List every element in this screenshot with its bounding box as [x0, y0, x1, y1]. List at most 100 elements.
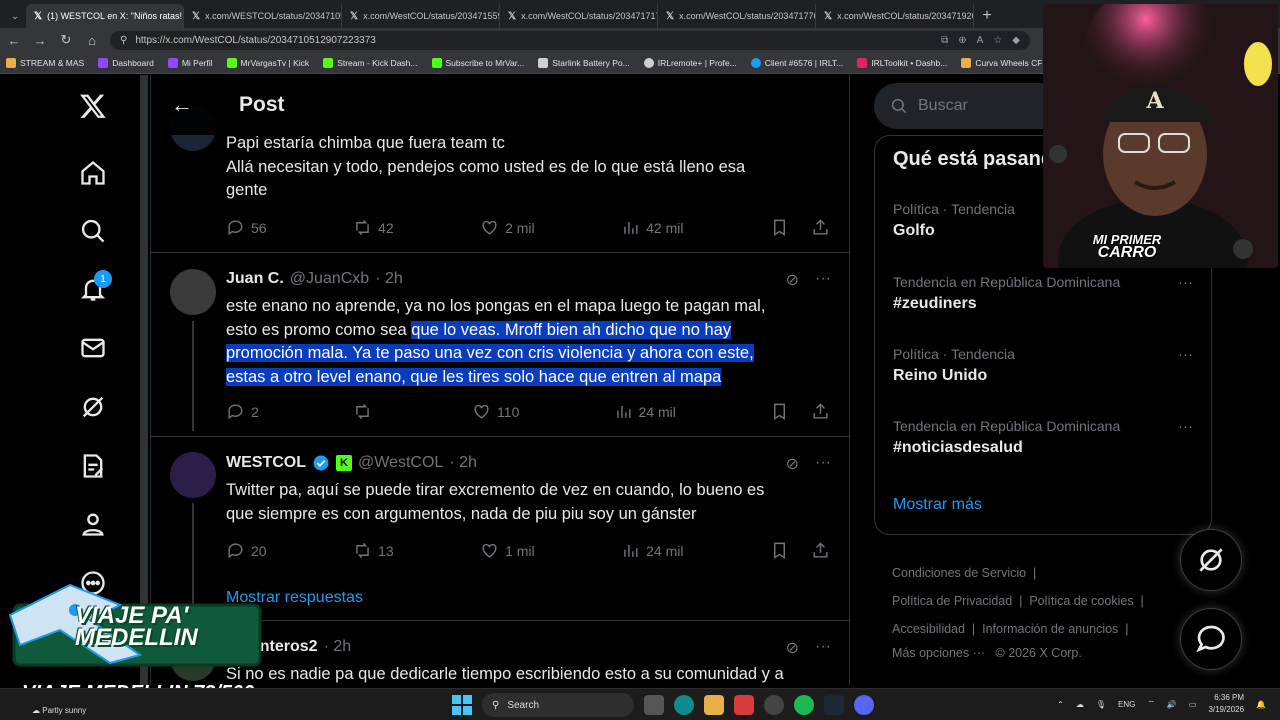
grok-floating-button[interactable] [1180, 529, 1242, 591]
profile-icon[interactable] [78, 509, 108, 539]
bookmark-item[interactable]: Client #6576 | IRLT... [750, 57, 843, 68]
edge-browser-icon[interactable] [674, 695, 694, 715]
taskbar-clock[interactable]: 6:36 PM 3/19/2026 [1208, 692, 1244, 716]
bookmark-item[interactable]: IRLToolkit • Dashb... [857, 57, 947, 68]
grok-icon[interactable]: ⊘ [786, 454, 799, 474]
file-explorer-icon[interactable] [704, 695, 724, 715]
bookmark-item[interactable]: IRLremote+ | Profe... [643, 57, 737, 68]
footer-link[interactable]: Política de Privacidad [892, 594, 1012, 608]
footer-link[interactable]: Política de cookies [1029, 594, 1133, 608]
author-handle[interactable]: @JuanCxb [290, 270, 369, 288]
reply-tweet[interactable]: Juan C. @JuanCxb · 2h ⊘ ··· este enano n… [151, 253, 849, 437]
trend-item[interactable]: Tendencia en República Dominicana #notic… [893, 418, 1193, 457]
more-dots-icon[interactable]: ··· [815, 638, 831, 658]
home-icon[interactable] [78, 158, 108, 188]
microphone-icon[interactable]: 🎙 [1096, 700, 1106, 709]
bookmark-button[interactable] [770, 402, 789, 421]
messages-mail-icon[interactable] [78, 333, 108, 363]
compose-notes-icon[interactable] [78, 451, 108, 481]
views-button[interactable]: 24 mil [621, 541, 683, 560]
messages-floating-button[interactable] [1180, 608, 1242, 670]
footer-link[interactable]: Más opciones ··· [892, 646, 985, 660]
chevron-up-icon[interactable]: ⌃ [1057, 700, 1064, 709]
browser-tab[interactable]: 𝕏 x.com/WestCOL/status/203471926 ✕ [816, 4, 974, 28]
bookmark-item[interactable]: STREAM & MAS [6, 57, 84, 68]
spotify-icon[interactable] [794, 695, 814, 715]
new-tab-button[interactable]: + [974, 4, 1000, 28]
more-dots-icon[interactable]: ··· [1178, 346, 1193, 363]
reply-button[interactable]: 20 [226, 541, 267, 560]
address-bar[interactable]: ⚲ https://x.com/WestCOL/status/203471051… [110, 30, 1030, 50]
bookmark-item[interactable]: Subscribe to MrVar... [431, 57, 524, 68]
trend-item[interactable]: Tendencia en República Dominicana #zeudi… [893, 274, 1193, 313]
zoom-icon[interactable]: ⊕ [958, 35, 966, 46]
language-indicator[interactable]: ENG [1118, 700, 1135, 709]
bookmark-item[interactable]: Stream - Kick Dash... [323, 57, 418, 68]
back-arrow-icon[interactable]: ← [171, 92, 193, 118]
extension-icon[interactable]: ◆ [1012, 35, 1020, 46]
bookmark-item[interactable]: Dashboard [98, 57, 154, 68]
browser-tab[interactable]: 𝕏 x.com/WESTCOL/status/203471055 ✕ [184, 4, 342, 28]
bookmark-item[interactable]: Mi Perfil [167, 57, 213, 68]
notifications-icon[interactable]: 🔔 [1256, 700, 1266, 709]
tweet-time[interactable]: · 2h [375, 270, 403, 288]
more-dots-icon[interactable]: ··· [815, 454, 831, 474]
explore-search-icon[interactable] [78, 216, 108, 246]
grok-icon[interactable]: ⊘ [786, 270, 799, 290]
views-button[interactable]: 42 mil [621, 218, 683, 237]
repost-button[interactable] [353, 402, 378, 421]
open-in-app-icon[interactable]: ⧉ [941, 35, 948, 46]
home-icon[interactable]: ⌂ [84, 33, 100, 48]
grok-icon[interactable]: ⊘ [786, 638, 799, 658]
like-button[interactable]: 1 mil [480, 541, 535, 560]
share-button[interactable] [811, 541, 830, 560]
footer-link[interactable]: Información de anuncios [982, 622, 1118, 636]
footer-link[interactable]: Accesibilidad [892, 622, 965, 636]
like-button[interactable]: 110 [472, 402, 519, 421]
bookmark-button[interactable] [770, 218, 789, 237]
reply-button[interactable]: 2 [226, 402, 259, 421]
affiliate-kick-badge[interactable]: K [336, 455, 352, 471]
more-dots-icon[interactable]: ··· [1178, 418, 1193, 435]
avatar[interactable] [170, 452, 216, 498]
network-icon[interactable]: ☁ [1076, 700, 1084, 709]
browser-tab[interactable]: 𝕏 x.com/WestCOL/status/203471559 ✕ [342, 4, 500, 28]
reply-button[interactable]: 56 [226, 218, 267, 237]
bookmark-button[interactable] [770, 541, 789, 560]
weather-widget[interactable]: ☁ Partly sunny [32, 706, 86, 715]
obs-icon[interactable] [764, 695, 784, 715]
more-dots-icon[interactable]: ··· [815, 270, 831, 290]
wifi-icon[interactable]: ⌔ [1147, 699, 1155, 709]
footer-link[interactable]: Condiciones de Servicio [892, 566, 1026, 580]
like-button[interactable]: 2 mil [480, 218, 535, 237]
author-handle[interactable]: @WestCOL [358, 454, 443, 472]
repost-button[interactable]: 42 [353, 218, 394, 237]
reload-icon[interactable]: ↻ [58, 32, 74, 48]
favorite-star-icon[interactable]: ☆ [993, 35, 1002, 46]
forward-arrow-icon[interactable]: → [32, 33, 48, 48]
taskbar-search[interactable]: ⚲ Search [482, 693, 634, 717]
browser-tab[interactable]: 𝕏 x.com/WestCOL/status/203471717 ✕ [500, 4, 658, 28]
trend-item[interactable]: Política · Tendencia Reino Unido ··· [893, 346, 1193, 385]
author-name[interactable]: Juan C. [226, 270, 284, 288]
more-dots-icon[interactable]: ··· [1178, 274, 1193, 291]
browser-tab[interactable]: 𝕏 (1) WESTCOL en X: "Niños ratas! ✕ [26, 4, 184, 28]
author-name[interactable]: WESTCOL [226, 454, 306, 472]
views-button[interactable]: 24 mil [614, 402, 676, 421]
browser-tab[interactable]: 𝕏 x.com/WestCOL/status/203471776 ✕ [658, 4, 816, 28]
windows-start-icon[interactable] [452, 695, 472, 715]
avatar[interactable] [170, 269, 216, 315]
read-aloud-icon[interactable]: A [977, 35, 984, 46]
discord-icon[interactable] [854, 695, 874, 715]
bookmark-item[interactable]: MrVargasTv | Kick [226, 57, 309, 68]
share-button[interactable] [811, 402, 830, 421]
grok-icon[interactable] [78, 392, 108, 422]
x-logo-icon[interactable] [78, 91, 108, 121]
tweet-time[interactable]: · 2h [324, 638, 352, 656]
back-arrow-icon[interactable]: ← [6, 33, 22, 48]
task-view-icon[interactable] [644, 695, 664, 715]
volume-icon[interactable]: 🔊 [1167, 700, 1177, 709]
tweet-time[interactable]: · 2h [449, 454, 477, 472]
battery-icon[interactable]: ▭ [1189, 700, 1197, 709]
bookmark-item[interactable]: Starlink Battery Po... [538, 57, 630, 68]
